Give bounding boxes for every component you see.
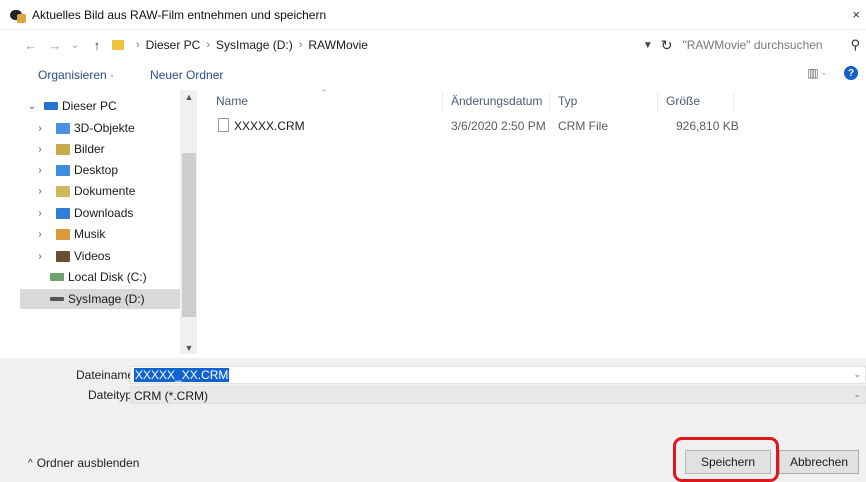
column-divider[interactable] — [442, 92, 443, 112]
column-divider[interactable] — [657, 92, 658, 112]
desktop-icon — [56, 164, 70, 176]
close-icon[interactable]: × — [852, 7, 860, 22]
hide-folders-label: Ordner ausblenden — [36, 456, 140, 470]
back-icon[interactable]: ← — [22, 38, 40, 53]
tree-item-label: Bilder — [74, 142, 105, 156]
tree-item-bilder[interactable]: › Bilder — [0, 139, 180, 159]
chevron-right-icon[interactable]: › — [34, 123, 46, 134]
computer-icon — [44, 102, 58, 110]
tree-item-sysimage[interactable]: SysImage (D:) — [20, 289, 180, 309]
cancel-button[interactable]: Abbrechen — [779, 450, 859, 474]
tree-item-dokumente[interactable]: › Dokumente — [0, 181, 180, 201]
drive-icon — [50, 273, 64, 281]
tree-item-videos[interactable]: › Videos — [0, 246, 180, 266]
organize-button[interactable]: Organisieren · — [38, 68, 114, 82]
tree-item-dieser-pc[interactable]: ⌄ Dieser PC — [0, 96, 180, 116]
file-name: XXXXX.CRM — [234, 119, 305, 133]
file-size: 926,810 KB — [676, 119, 739, 133]
file-type: CRM File — [558, 119, 608, 133]
file-date: 3/6/2020 2:50 PM — [451, 119, 546, 133]
command-bar: Organisieren · Neuer Ordner ▥ · ? — [0, 60, 866, 90]
pictures-icon — [56, 143, 70, 155]
filetype-select[interactable]: CRM (*.CRM) ⌄ — [130, 386, 866, 404]
column-date[interactable]: Änderungsdatum — [451, 94, 542, 108]
address-dropdown-icon[interactable]: ▼ — [643, 40, 653, 51]
filetype-value: CRM (*.CRM) — [134, 389, 208, 403]
tree-item-desktop[interactable]: › Desktop — [0, 160, 180, 180]
chevron-right-icon[interactable]: › — [34, 144, 46, 155]
tree-item-label: SysImage (D:) — [68, 292, 145, 306]
tree-item-local-disk[interactable]: Local Disk (C:) — [0, 267, 180, 287]
column-name[interactable]: Name — [216, 94, 248, 108]
column-size[interactable]: Größe — [666, 94, 700, 108]
column-type[interactable]: Typ — [558, 94, 577, 108]
downloads-icon — [56, 207, 70, 219]
tree-item-label: Dieser PC — [62, 99, 117, 113]
chevron-right-icon[interactable]: › — [34, 229, 46, 240]
file-icon — [218, 118, 229, 132]
window-title: Aktuelles Bild aus RAW-Film entnehmen un… — [32, 7, 327, 22]
videos-icon — [56, 250, 70, 262]
tree-item-label: Downloads — [74, 206, 134, 220]
chevron-right-icon[interactable]: › — [34, 186, 46, 197]
filename-input[interactable]: XXXXX_XX.CRM ⌄ — [130, 366, 866, 384]
view-options-icon[interactable]: ▥ · — [807, 66, 826, 80]
drive-icon — [50, 297, 64, 301]
breadcrumb-rawmovie[interactable]: RAWMovie — [308, 38, 368, 52]
tree-item-label: Dokumente — [74, 184, 136, 198]
scroll-down-icon[interactable]: ▼ — [182, 343, 196, 353]
search-icon[interactable]: ⚲ — [850, 37, 860, 53]
column-divider[interactable] — [549, 92, 550, 112]
chevron-down-icon[interactable]: ⌄ — [26, 101, 38, 112]
tree-item-label: Videos — [74, 249, 111, 263]
refresh-icon[interactable]: ↻ — [661, 37, 673, 54]
documents-icon — [56, 185, 70, 197]
chevron-right-icon[interactable]: › — [34, 165, 46, 176]
recent-locations-icon[interactable]: ⌄ — [66, 40, 84, 51]
up-icon[interactable]: ↑ — [88, 38, 106, 53]
chevron-right-icon[interactable]: › — [34, 208, 46, 219]
tree-item-downloads[interactable]: › Downloads — [0, 203, 180, 223]
title-bar: Aktuelles Bild aus RAW-Film entnehmen un… — [0, 0, 866, 30]
breadcrumb-dieser-pc[interactable]: Dieser PC — [146, 38, 201, 52]
forward-icon[interactable]: → — [46, 38, 64, 53]
new-folder-button[interactable]: Neuer Ordner — [150, 68, 223, 82]
music-icon — [56, 228, 70, 240]
filename-value: XXXXX_XX.CRM — [134, 368, 230, 382]
filetype-label: Dateityp: — [88, 388, 136, 402]
tree-item-label: Musik — [74, 227, 106, 241]
column-divider[interactable] — [733, 92, 734, 112]
address-bar: ← → ⌄ ↑ › Dieser PC › SysImage (D:) › RA… — [0, 30, 866, 60]
tree-item-label: Desktop — [74, 163, 119, 177]
tree-item-label: 3D-Objekte — [74, 121, 135, 135]
nav-scrollbar-thumb[interactable] — [182, 153, 196, 317]
breadcrumb-sysimage[interactable]: SysImage (D:) — [216, 38, 293, 52]
navigation-pane: ⌄ Dieser PC › 3D-Objekte › Bilder › Desk… — [0, 90, 198, 358]
3d-objects-icon — [56, 122, 70, 134]
sort-indicator-icon: ^ — [322, 88, 326, 97]
column-header: ^ Name Änderungsdatum Typ Größe — [198, 88, 866, 112]
file-row[interactable]: XXXXX.CRM 3/6/2020 2:50 PM CRM File 926,… — [198, 116, 866, 136]
save-highlight-annotation — [673, 437, 779, 482]
breadcrumb-separator: › — [298, 39, 303, 51]
app-icon — [10, 7, 26, 23]
breadcrumb-separator: › — [206, 39, 211, 51]
chevron-down-icon[interactable]: ⌄ — [853, 369, 861, 380]
chevron-down-icon[interactable]: ⌄ — [853, 389, 861, 400]
chevron-up-icon: ^ — [28, 457, 33, 469]
tree-item-label: Local Disk (C:) — [68, 270, 147, 284]
filename-label: Dateiname: — [76, 368, 138, 382]
scroll-up-icon[interactable]: ▲ — [182, 92, 196, 102]
tree-item-musik[interactable]: › Musik — [0, 224, 180, 244]
breadcrumb[interactable]: › Dieser PC › SysImage (D:) › RAWMovie — [112, 38, 368, 52]
help-icon[interactable]: ? — [844, 66, 858, 80]
chevron-right-icon[interactable]: › — [34, 251, 46, 262]
tree-item-3d-objekte[interactable]: › 3D-Objekte — [0, 118, 180, 138]
breadcrumb-separator: › — [136, 39, 140, 51]
folder-icon — [112, 40, 124, 50]
search-input[interactable]: "RAWMovie" durchsuchen — [682, 38, 842, 52]
hide-folders-button[interactable]: ^ Ordner ausblenden — [28, 456, 139, 470]
